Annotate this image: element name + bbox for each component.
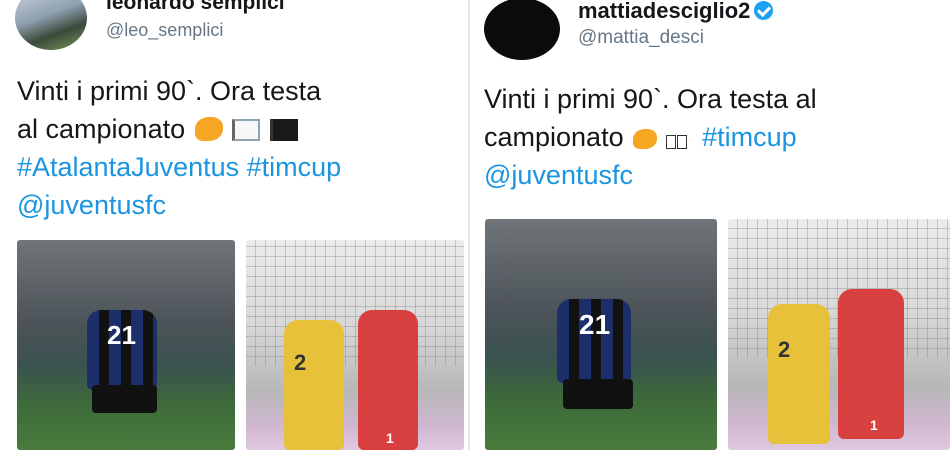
tweet-text-line: campionato #timcup: [484, 118, 939, 156]
verified-badge-icon: [754, 1, 774, 20]
tweet-photo[interactable]: 2 1: [728, 219, 950, 450]
jersey-number: 1: [386, 430, 394, 446]
mention-link[interactable]: @juventusfc: [484, 156, 939, 194]
display-name-text: mattiadesciglio2: [578, 0, 751, 23]
tweet-text-line: al campionato: [17, 110, 457, 148]
hashtag-link[interactable]: #AtalantaJuventus #timcup: [17, 148, 457, 186]
player-figure: [284, 320, 344, 450]
missing-glyph-icon: [665, 135, 676, 149]
tweet-card-right: mattiadesciglio2 @mattia_desci Vinti i p…: [470, 0, 950, 450]
tweet-text-line: Vinti i primi 90`. Ora testa al: [484, 84, 817, 114]
tweet-card-left: leonardo semplici @leo_semplici Vinti i …: [0, 0, 468, 450]
goal-net: [246, 240, 464, 366]
display-name[interactable]: leonardo semplici: [106, 0, 285, 15]
display-name[interactable]: mattiadesciglio2: [578, 0, 774, 24]
hashtag-link[interactable]: #timcup: [702, 122, 797, 152]
user-handle[interactable]: @leo_semplici: [106, 20, 223, 41]
mention-link[interactable]: @juventusfc: [17, 186, 457, 224]
player-figure: [768, 304, 830, 444]
tweet-text-segment: al campionato: [17, 114, 186, 144]
black-flag-icon: [269, 119, 298, 141]
tweet-text: Vinti i primi 90`. Ora testa al campiona…: [17, 72, 457, 224]
user-handle[interactable]: @mattia_desci: [578, 27, 704, 49]
tweet-photo[interactable]: 2 1: [246, 240, 464, 450]
tweet-text-line: Vinti i primi 90`. Ora testa: [17, 76, 322, 106]
player-shorts: [92, 385, 157, 413]
player-shorts: [563, 379, 633, 409]
player-figure: [358, 310, 418, 450]
tweet-text-segment: campionato: [484, 122, 624, 152]
jersey-number: 1: [870, 417, 878, 433]
missing-glyph-icon: [676, 135, 687, 149]
tweet-photo[interactable]: 21: [485, 219, 717, 450]
jersey-number: 21: [107, 320, 136, 350]
flexed-biceps-icon: [194, 117, 223, 141]
flexed-biceps-icon: [633, 129, 658, 149]
jersey-number: 2: [294, 350, 307, 375]
jersey-number: 21: [579, 309, 611, 340]
avatar[interactable]: [484, 0, 560, 60]
white-flag-icon: [232, 119, 261, 141]
avatar[interactable]: [15, 0, 87, 50]
tweet-text: Vinti i primi 90`. Ora testa al campiona…: [484, 80, 939, 194]
jersey-number: 2: [778, 337, 791, 362]
tweet-photo[interactable]: 21: [17, 240, 235, 450]
